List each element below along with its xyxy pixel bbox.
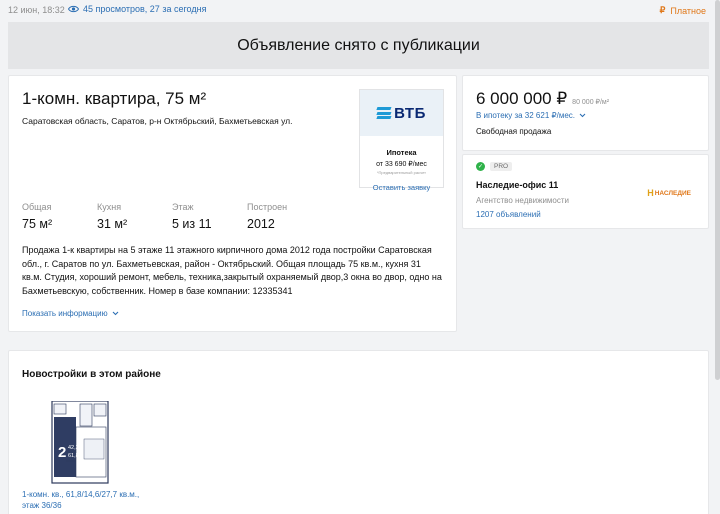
price-card: 6 000 000 ₽ 80 000 ₽/м² В ипотеку за 32 … bbox=[462, 75, 709, 151]
views-counter[interactable]: 45 просмотров, 27 за сегодня bbox=[68, 4, 206, 14]
chevron-down-icon bbox=[112, 311, 118, 316]
spec-label: Кухня bbox=[97, 202, 122, 212]
agent-listings-link[interactable]: 1207 объявлений bbox=[476, 210, 541, 219]
price-row: 6 000 000 ₽ 80 000 ₽/м² bbox=[476, 89, 609, 109]
listing-card: 1-комн. квартира, 75 м² Саратовская обла… bbox=[8, 75, 457, 332]
paid-label: Платное bbox=[670, 5, 706, 16]
apply-button[interactable]: Оставить заявку bbox=[360, 183, 443, 192]
vtb-logo-text: ВТБ bbox=[394, 104, 426, 122]
spec-label: Общая bbox=[22, 202, 52, 212]
pro-badge: PRO bbox=[490, 162, 513, 171]
agent-type: Агентство недвижимости bbox=[476, 196, 569, 205]
publish-date: 12 июн, 18:32 bbox=[8, 5, 65, 15]
spec-value: 2012 bbox=[247, 217, 275, 231]
vtb-bars-icon bbox=[376, 107, 392, 119]
unpublished-banner: Объявление снято с публикации bbox=[8, 22, 709, 69]
plan-rooms-number: 2 bbox=[58, 444, 66, 461]
paid-badge: ₽ Платное bbox=[660, 5, 706, 16]
bank-disclaimer: *Предварительный расчет bbox=[376, 170, 427, 175]
listing-title: 1-комн. квартира, 75 м² bbox=[22, 89, 207, 108]
mortgage-link[interactable]: В ипотеку за 32 621 ₽/мес. bbox=[476, 111, 586, 120]
floor-plan-image[interactable]: 2 42,3 61,8 bbox=[22, 401, 142, 486]
listing-meta-bar: 12 июн, 18:32 45 просмотров, 27 за сегод… bbox=[0, 0, 720, 22]
section-title: Новостройки в этом районе bbox=[22, 369, 161, 380]
listing-specs: Общая 75 м² Кухня 31 м² Этаж 5 из 11 Пос… bbox=[22, 202, 322, 231]
spec-total-area: Общая 75 м² bbox=[22, 202, 97, 231]
chevron-down-icon bbox=[579, 113, 586, 118]
bank-mortgage-label: Ипотека bbox=[386, 148, 417, 157]
spec-label: Построен bbox=[247, 202, 288, 212]
eye-icon bbox=[68, 5, 79, 13]
plan-area-total: 61,8 bbox=[68, 453, 79, 459]
plan-area-living: 42,3 bbox=[68, 445, 79, 451]
new-buildings-section: Новостройки в этом районе 2 42,3 61,8 1-… bbox=[8, 350, 709, 514]
spec-value: 75 м² bbox=[22, 217, 53, 231]
agent-badges: ✓ PRO bbox=[476, 162, 513, 171]
new-building-link[interactable]: 1-комн. кв., 61,8/14,6/27,7 кв.м., этаж … bbox=[22, 489, 152, 511]
spec-value: 31 м² bbox=[97, 217, 128, 231]
ruble-icon: ₽ bbox=[659, 5, 666, 15]
mortgage-link-text: В ипотеку за 32 621 ₽/мес. bbox=[476, 111, 575, 120]
spec-value: 5 из 11 bbox=[172, 217, 212, 231]
bank-mortgage-widget[interactable]: ВТБ Ипотека от 33 690 ₽/мес *Предварител… bbox=[359, 89, 444, 192]
verified-check-icon: ✓ bbox=[476, 162, 485, 171]
bank-mortgage-payment: от 33 690 ₽/мес bbox=[376, 161, 427, 168]
agency-logo-text: НАСЛЕДИЕ bbox=[654, 189, 691, 197]
show-more-link[interactable]: Показать информацию bbox=[22, 309, 119, 318]
price-per-meter: 80 000 ₽/м² bbox=[572, 99, 610, 106]
spec-built-year: Построен 2012 bbox=[247, 202, 322, 231]
sale-type: Свободная продажа bbox=[476, 127, 552, 136]
scrollbar-thumb[interactable] bbox=[715, 0, 720, 380]
listing-address[interactable]: Саратовская область, Саратов, р-н Октябр… bbox=[22, 116, 293, 126]
agent-name[interactable]: Наследие-офис 11 bbox=[476, 180, 558, 190]
spec-floor: Этаж 5 из 11 bbox=[172, 202, 247, 231]
spec-kitchen-area: Кухня 31 м² bbox=[97, 202, 172, 231]
listing-description: Продажа 1-к квартиры на 5 этаже 11 этажн… bbox=[22, 245, 442, 296]
spec-label: Этаж bbox=[172, 202, 194, 212]
price-amount: 6 000 000 ₽ bbox=[476, 89, 568, 108]
views-text: 45 просмотров, 27 за сегодня bbox=[83, 4, 207, 14]
agency-logo: Н НАСЛЕДИЕ bbox=[647, 188, 691, 198]
agent-card[interactable]: ✓ PRO Наследие-офис 11 Агентство недвижи… bbox=[462, 154, 709, 229]
show-more-label: Показать информацию bbox=[22, 309, 108, 318]
page-scrollbar[interactable] bbox=[715, 0, 720, 514]
vtb-logo: ВТБ bbox=[360, 90, 443, 136]
agency-logo-letter: Н bbox=[647, 188, 654, 198]
